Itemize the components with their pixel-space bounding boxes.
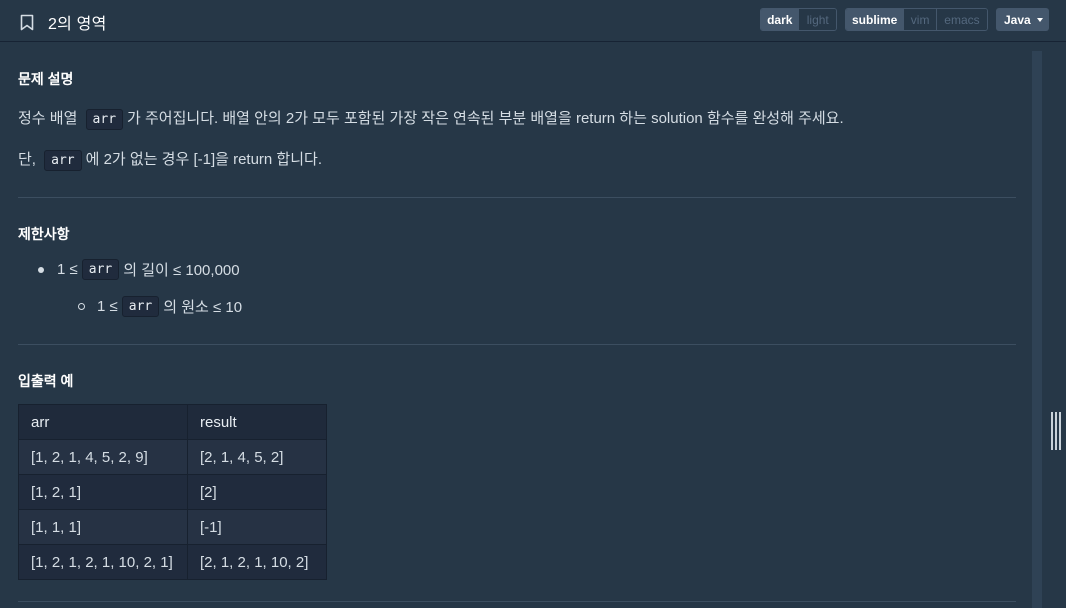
inline-code: arr <box>81 259 120 280</box>
theme-toggle: dark light <box>760 8 837 31</box>
theme-light-button[interactable]: light <box>798 9 836 30</box>
section-title-constraints: 제한사항 <box>18 226 70 242</box>
editor-vim-button[interactable]: vim <box>903 9 936 30</box>
section-title-examples: 입출력 예 <box>18 373 74 389</box>
column-header-arr: arr <box>18 404 188 440</box>
table-cell: [1, 2, 1, 2, 1, 10, 2, 1] <box>18 544 188 580</box>
grip-line <box>1051 412 1053 450</box>
editor-sublime-button[interactable]: sublime <box>846 9 904 30</box>
examples-table: arr result [1, 2, 1, 4, 5, 2, 9] [2, 1, … <box>18 404 327 580</box>
description-line-1: 정수 배열 arr 가 주어집니다. 배열 안의 2가 모두 포함된 가장 작은 … <box>18 107 844 130</box>
constraint-text: 의 원소 ≤ 10 <box>163 299 243 316</box>
theme-dark-button[interactable]: dark <box>761 9 799 30</box>
table-cell: [1, 1, 1] <box>18 509 188 545</box>
inline-code: arr <box>44 150 82 171</box>
table-cell: [1, 2, 1, 4, 5, 2, 9] <box>18 439 188 475</box>
table-row: [1, 2, 1, 2, 1, 10, 2, 1] [2, 1, 2, 1, 1… <box>18 544 327 580</box>
circle-bullet-icon <box>78 303 85 310</box>
section-divider <box>18 197 1016 198</box>
desc-text: 에 2가 없는 경우 [-1]을 return 합니다. <box>85 151 322 168</box>
section-divider <box>18 601 1016 602</box>
constraint-subitem: 1 ≤ arr 의 원소 ≤ 10 <box>78 296 242 317</box>
bookmark-icon[interactable] <box>20 14 34 31</box>
section-divider <box>18 344 1016 345</box>
editor-mode-toggle: sublime vim emacs <box>845 8 988 31</box>
table-row: [1, 2, 1, 4, 5, 2, 9] [2, 1, 4, 5, 2] <box>18 439 327 475</box>
grip-line <box>1059 412 1061 450</box>
title-area: 2의 영역 <box>20 10 107 34</box>
constraint-text: 1 ≤ <box>97 298 118 315</box>
constraint-item: 1 ≤ arr 의 길이 ≤ 100,000 <box>38 259 240 280</box>
inline-code: arr <box>85 109 124 130</box>
constraint-text: 의 길이 ≤ 100,000 <box>123 262 240 279</box>
page-title: 2의 영역 <box>48 16 107 33</box>
grip-line <box>1055 412 1057 450</box>
table-header-row: arr result <box>18 404 327 440</box>
desc-text: 정수 배열 <box>18 110 78 127</box>
table-cell: [2, 1, 4, 5, 2] <box>187 439 327 475</box>
column-header-result: result <box>187 404 327 440</box>
editor-emacs-button[interactable]: emacs <box>935 9 987 30</box>
inline-code: arr <box>121 296 160 317</box>
chevron-down-icon <box>1036 17 1043 22</box>
section-title-description: 문제 설명 <box>18 71 74 87</box>
language-select[interactable]: Java <box>996 8 1049 31</box>
table-row: [1, 2, 1] [2] <box>18 474 327 510</box>
table-cell: [2, 1, 2, 1, 10, 2] <box>187 544 327 580</box>
table-row: [1, 1, 1] [-1] <box>18 509 327 545</box>
bullet-icon <box>38 266 44 273</box>
constraint-text: 1 ≤ <box>57 261 78 278</box>
desc-text: 가 주어집니다. 배열 안의 2가 모두 포함된 가장 작은 연속된 부분 배열… <box>127 110 844 127</box>
language-label: Java <box>1004 12 1031 27</box>
vertical-scrollbar[interactable] <box>1032 51 1042 608</box>
description-line-2: 단, arr 에 2가 없는 경우 [-1]을 return 합니다. <box>18 148 322 171</box>
problem-description-panel: 문제 설명 정수 배열 arr 가 주어집니다. 배열 안의 2가 모두 포함된 … <box>0 51 1032 608</box>
table-cell: [-1] <box>187 509 327 545</box>
table-cell: [2] <box>187 474 327 510</box>
panel-resize-handle[interactable] <box>1051 412 1061 450</box>
top-bar: 2의 영역 dark light sublime vim emacs Java <box>0 0 1066 42</box>
desc-text: 단, <box>18 151 36 168</box>
table-cell: [1, 2, 1] <box>18 474 188 510</box>
